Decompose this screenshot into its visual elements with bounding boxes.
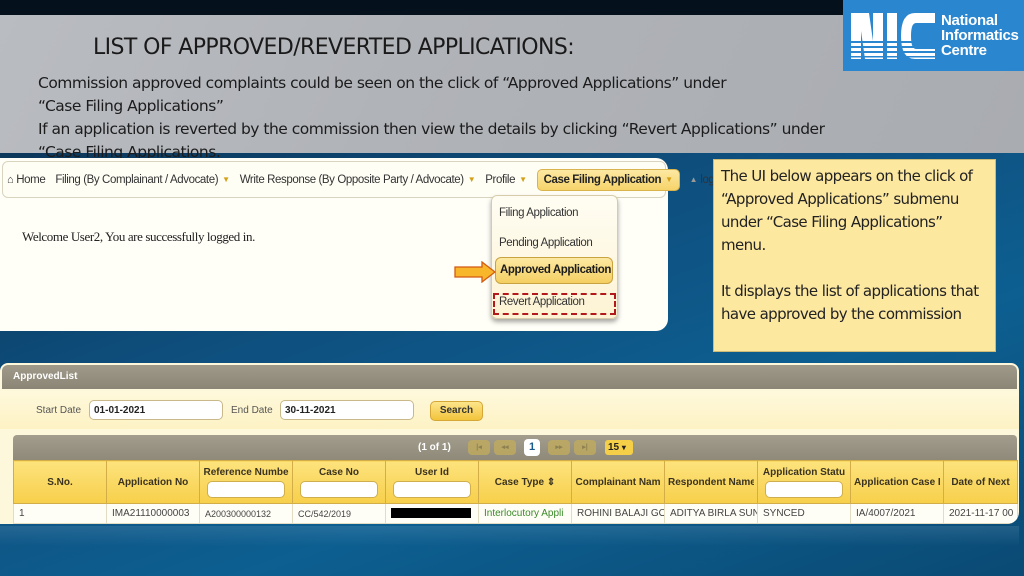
col-label: Application No [117, 476, 189, 488]
application-status-filter[interactable] [765, 480, 843, 498]
col-header-date-of-next[interactable]: Date of Next [943, 460, 1018, 504]
nav-profile[interactable]: Profile ▼ [485, 173, 527, 186]
approved-list-screenshot: ApprovedList Start Date End Date Search … [0, 363, 1019, 524]
logo-line: Informatics [941, 27, 1019, 44]
col-label: Application Statu [762, 466, 846, 478]
end-date-label: End Date [231, 405, 273, 416]
info-callout: The UI below appears on the click of “Ap… [713, 159, 996, 352]
col-label: Case Type ⇕ [494, 476, 556, 488]
logo-text: National Informatics Centre [941, 13, 1019, 58]
first-page-button[interactable]: |◂ [468, 440, 490, 455]
cell-case-no: CC/542/2019 [292, 503, 386, 524]
user-id-filter[interactable] [393, 480, 471, 498]
pagination-bar: (1 of 1) |◂ ◂◂ 1 ▸▸ ▸| 15 ▾ [13, 435, 1017, 460]
prev-page-button[interactable]: ◂◂ [494, 440, 516, 455]
nav-home[interactable]: ⌂ Home [7, 173, 46, 186]
cell-application-status: SYNCED [757, 503, 851, 524]
cell-case-type: Interlocutory Appli [478, 503, 572, 524]
col-header-application-no[interactable]: Application No [106, 460, 200, 504]
col-label: Reference Numbe [203, 466, 289, 478]
end-date-input[interactable] [280, 400, 414, 420]
nic-logo: National Informatics Centre [843, 0, 1024, 71]
redacted-block [391, 508, 471, 519]
slide-title: LIST OF APPROVED/REVERTED APPLICATIONS: [93, 35, 575, 60]
caret-down-icon: ▼ [467, 175, 476, 184]
callout-paragraph: It displays the list of applications tha… [721, 282, 979, 323]
description-line: If an application is reverted by the com… [38, 120, 825, 138]
col-label: Respondent Name [668, 476, 754, 488]
nav-case-filing[interactable]: Case Filing Application ▼ [536, 168, 680, 191]
main-navbar: ⌂ Home Filing (By Complainant / Advocate… [2, 161, 730, 198]
next-page-button[interactable]: ▸▸ [548, 440, 570, 455]
col-label: S.No. [47, 476, 73, 488]
nav-case-filing-label: Case Filing Application [543, 173, 662, 186]
caret-down-icon: ▼ [665, 175, 673, 184]
page-size-select[interactable]: 15 ▾ [605, 440, 633, 455]
search-button[interactable]: Search [430, 401, 483, 421]
cell-application-case: IA/4007/2021 [850, 503, 944, 524]
page-size-value: 15 [608, 442, 620, 453]
menu-item-approved-application[interactable]: Approved Application [495, 257, 613, 284]
panel-title: ApprovedList [2, 365, 1017, 389]
nav-filing[interactable]: Filing (By Complainant / Advocate) ▼ [55, 173, 230, 186]
col-header-case-no: Case No [292, 460, 386, 504]
case-filing-dropdown: Filing Application Pending Application A… [491, 195, 618, 319]
nav-filing-label: Filing (By Complainant / Advocate) [55, 173, 219, 186]
table-header-row: S.No. Application No Reference Numbe Cas… [13, 460, 1018, 504]
col-header-sno[interactable]: S.No. [13, 460, 107, 504]
nav-profile-label: Profile [485, 173, 516, 186]
last-page-button[interactable]: ▸| [574, 440, 596, 455]
cell-sno: 1 [13, 503, 107, 524]
caret-down-icon: ▼ [519, 175, 527, 184]
welcome-message: Welcome User2, You are successfully logg… [22, 229, 255, 244]
callout-paragraph: The UI below appears on the click of “Ap… [721, 167, 973, 254]
col-label: User Id [415, 466, 449, 478]
home-icon: ⌂ [7, 173, 14, 186]
col-header-user-id: User Id [385, 460, 479, 504]
logo-line: Centre [941, 42, 987, 59]
menu-item-revert-application[interactable]: Revert Application [499, 296, 585, 308]
cell-complainant-name: ROHINI BALAJI GO [571, 503, 665, 524]
table-row[interactable]: 1 IMA21110000003 A200300000132 CC/542/20… [13, 503, 1018, 524]
pointer-arrow-icon [454, 261, 496, 283]
col-label: Complainant Nam [575, 476, 661, 488]
slide-description: Commission approved complaints could be … [38, 72, 825, 164]
col-label: Case No [318, 466, 359, 478]
cell-reference-number: A200300000132 [199, 503, 293, 524]
col-header-case-type[interactable]: Case Type ⇕ [478, 460, 572, 504]
nic-logo-mark-icon [851, 12, 935, 59]
start-date-label: Start Date [36, 405, 82, 416]
caret-up-icon: ▲ [689, 175, 698, 184]
home-screenshot: ⌂ Home Filing (By Complainant / Advocate… [0, 158, 730, 331]
col-label: Application Case I [854, 476, 940, 488]
chevron-down-icon: ▾ [621, 443, 626, 452]
date-filter-row: Start Date End Date Search [0, 391, 1019, 429]
col-header-complainant-name[interactable]: Complainant Nam [571, 460, 665, 504]
caret-down-icon: ▼ [222, 175, 230, 184]
description-line: Commission approved complaints could be … [38, 74, 727, 92]
table-reflection [0, 526, 1019, 546]
approved-applications-table: S.No. Application No Reference Numbe Cas… [13, 460, 1018, 524]
current-page-button[interactable]: 1 [524, 439, 540, 456]
menu-item-pending-application[interactable]: Pending Application [499, 237, 593, 249]
nav-home-label: Home [16, 173, 46, 186]
logo-line: National [941, 12, 998, 29]
description-line: “Case Filing Applications” [38, 97, 224, 115]
cell-application-no: IMA21110000003 [106, 503, 200, 524]
col-header-application-status: Application Statu [757, 460, 851, 504]
cell-date-of-next: 2021-11-17 00 [943, 503, 1018, 524]
col-header-respondent-name[interactable]: Respondent Name [664, 460, 758, 504]
col-header-application-case[interactable]: Application Case I [850, 460, 944, 504]
col-label: Date of Next [951, 476, 1010, 488]
cell-user-id [385, 503, 479, 524]
page-info: (1 of 1) [418, 442, 451, 453]
reference-number-filter[interactable] [207, 480, 285, 498]
menu-item-filing-application[interactable]: Filing Application [499, 207, 579, 219]
start-date-input[interactable] [89, 400, 223, 420]
nav-write-response[interactable]: Write Response (By Opposite Party / Advo… [240, 174, 476, 186]
cell-respondent-name: ADITYA BIRLA SUNI [664, 503, 758, 524]
col-header-reference-number: Reference Numbe [199, 460, 293, 504]
nav-write-response-label: Write Response (By Opposite Party / Advo… [239, 173, 464, 186]
case-no-filter[interactable] [300, 480, 378, 498]
